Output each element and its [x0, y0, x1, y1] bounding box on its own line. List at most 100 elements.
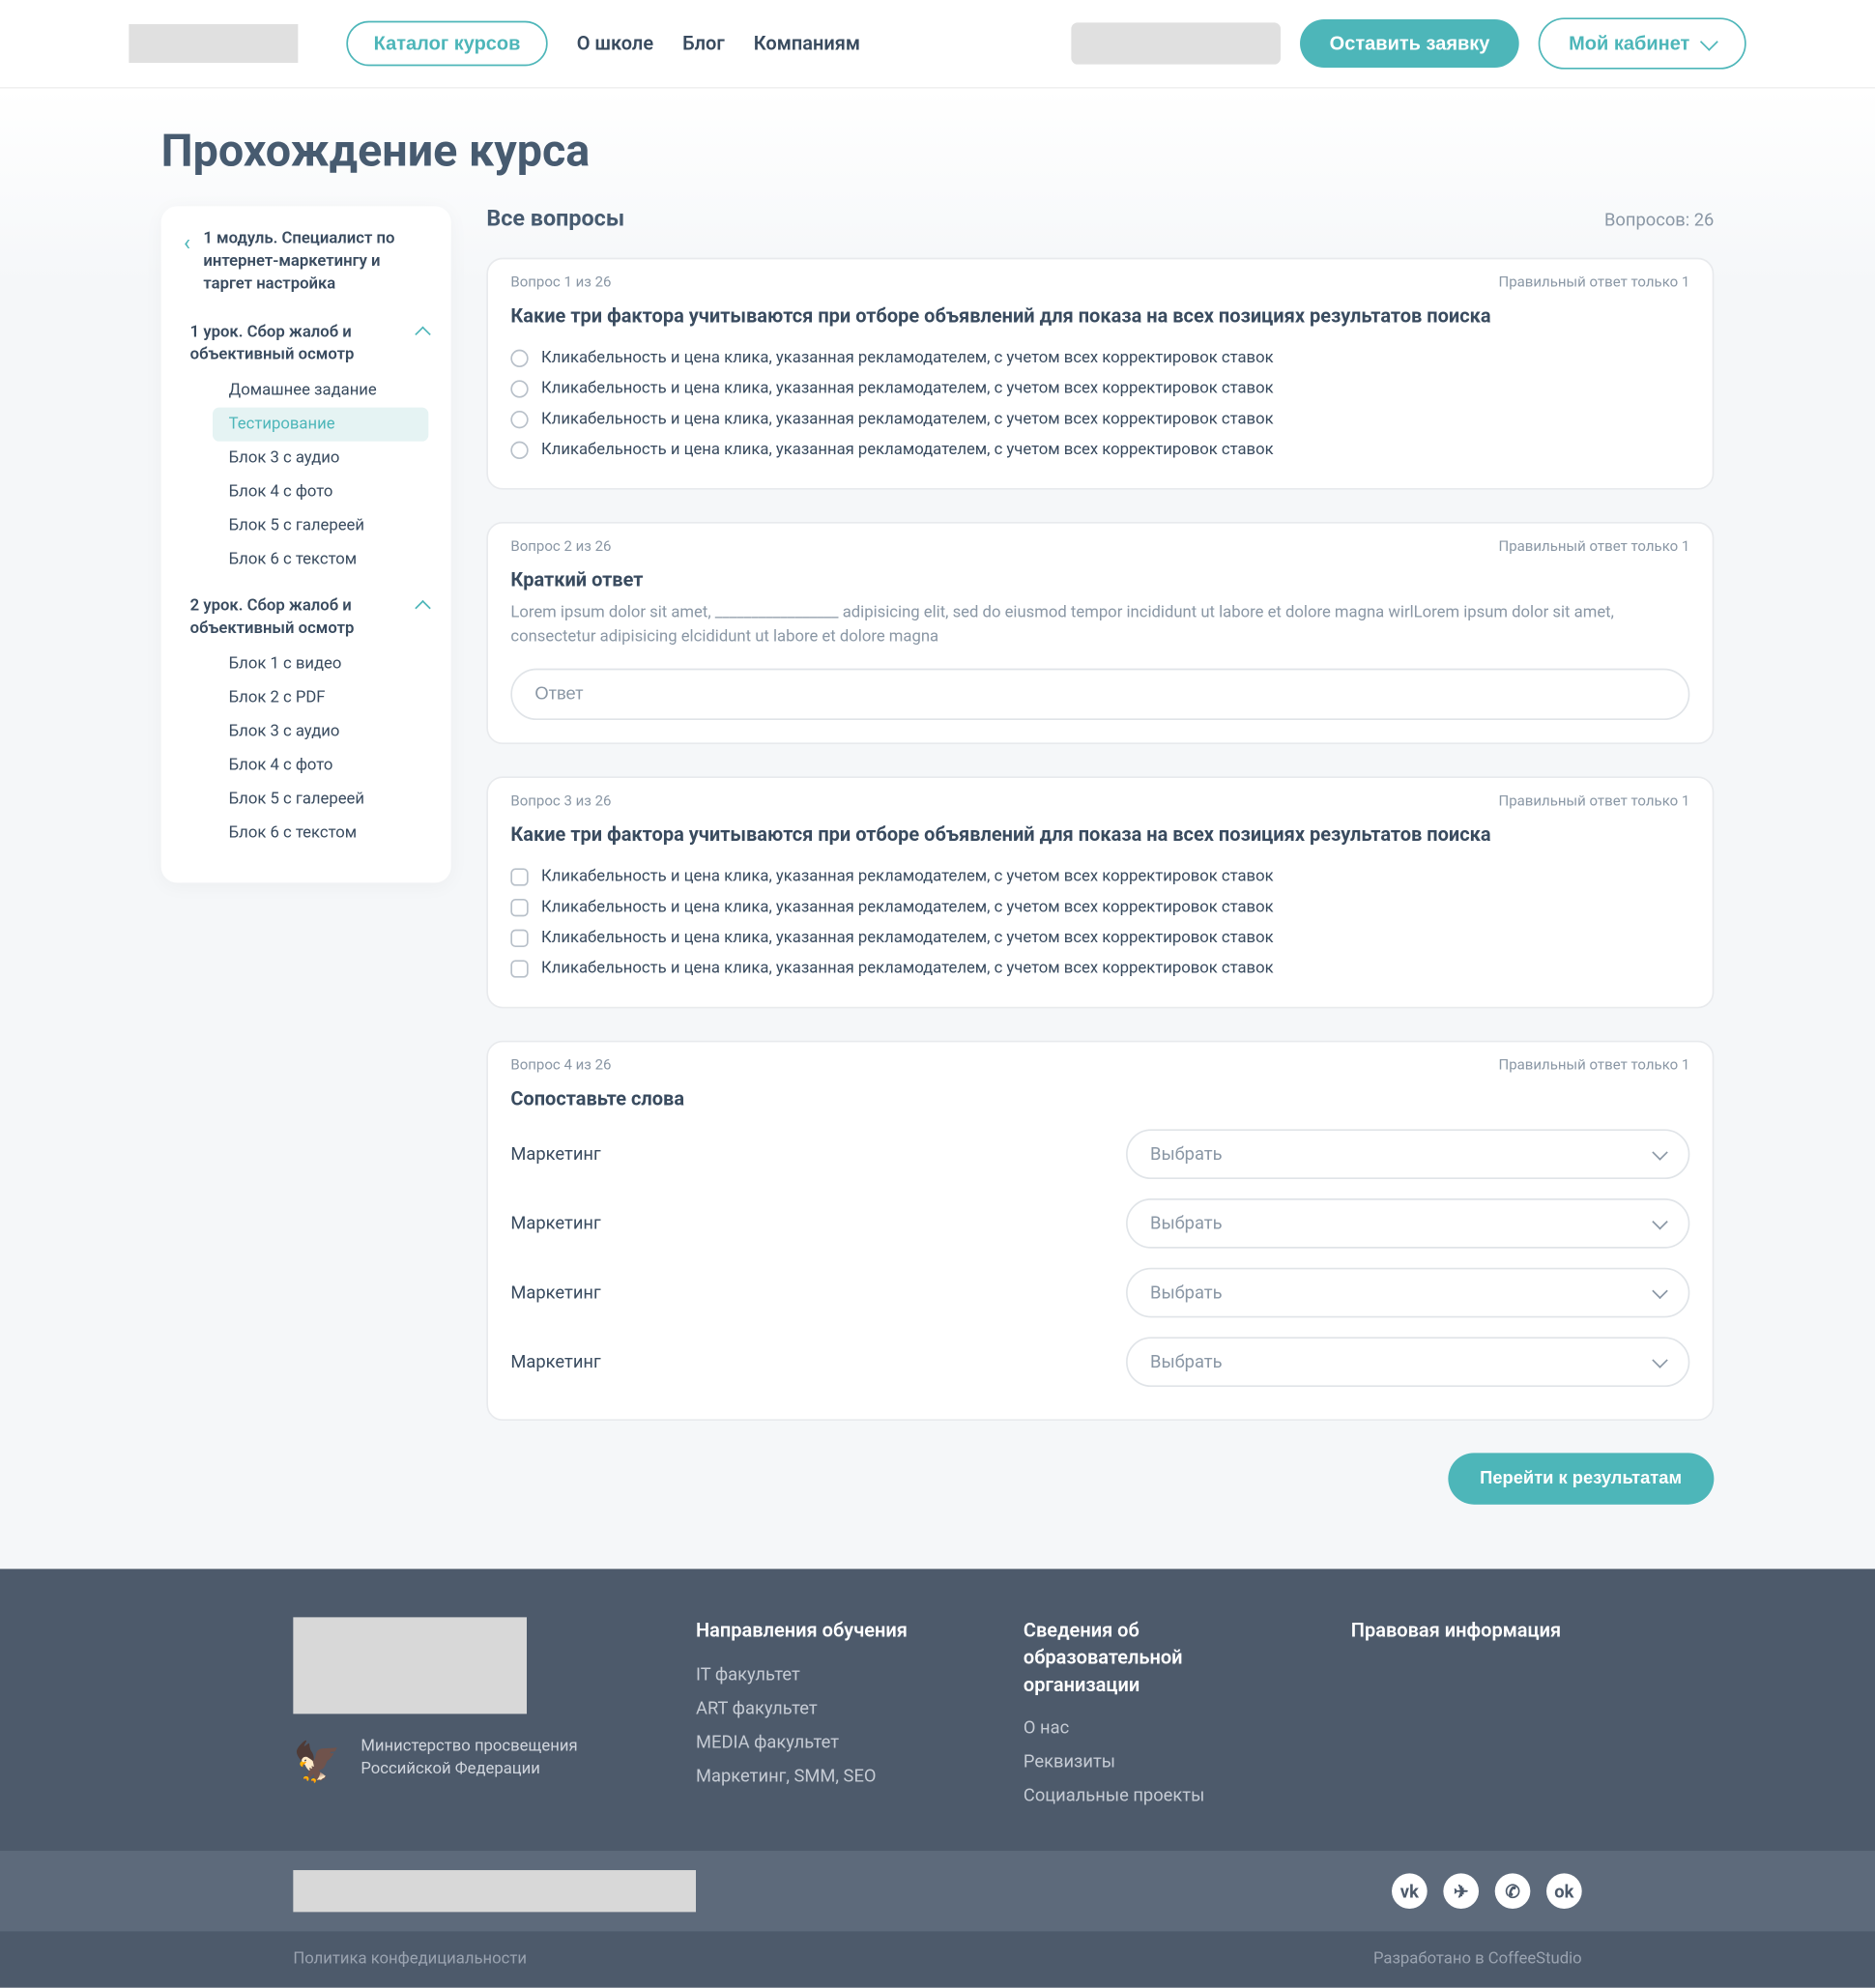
- checkbox-option[interactable]: Кликабельность и цена клика, указанная р…: [510, 954, 1689, 985]
- lesson-item[interactable]: Блок 3 с аудио: [213, 442, 428, 475]
- checkbox-option[interactable]: Кликабельность и цена клика, указанная р…: [510, 862, 1689, 893]
- lesson-item[interactable]: Блок 4 с фото: [213, 749, 428, 783]
- lesson-item[interactable]: Блок 1 с видео: [213, 648, 428, 681]
- back-arrow-icon[interactable]: ‹: [184, 230, 190, 256]
- match-row: Маркетинг Выбрать: [510, 1327, 1689, 1397]
- footer-link[interactable]: Социальные проекты: [1024, 1785, 1255, 1806]
- radio-icon: [510, 411, 528, 428]
- lesson-group-1: 1 урок. Сбор жалоб и объективный осмотр …: [161, 312, 451, 586]
- match-label: Маркетинг: [510, 1351, 1093, 1372]
- footer-link[interactable]: Реквизиты: [1024, 1751, 1255, 1772]
- answer-input[interactable]: [510, 669, 1689, 720]
- nav-about[interactable]: О школе: [577, 32, 653, 54]
- lesson-item[interactable]: Блок 5 с галереей: [213, 783, 428, 817]
- footer-left: 🦅 Министерство просвещения Российской Фе…: [293, 1617, 599, 1819]
- question-card-1: Вопрос 1 из 26 Правильный ответ только 1…: [486, 258, 1714, 490]
- nav-blog[interactable]: Блог: [682, 32, 725, 54]
- match-select[interactable]: Выбрать: [1126, 1337, 1689, 1387]
- lesson-header-1[interactable]: 1 урок. Сбор жалоб и объективный осмотр: [190, 322, 429, 367]
- match-title: Сопоставьте слова: [510, 1087, 1689, 1109]
- nav-companies[interactable]: Компаниям: [754, 32, 860, 54]
- lesson-header-2[interactable]: 2 урок. Сбор жалоб и объективный осмотр: [190, 596, 429, 642]
- question-meta-left: Вопрос 4 из 26: [510, 1058, 611, 1075]
- checkbox-icon: [510, 930, 528, 947]
- telegram-icon[interactable]: ✈: [1443, 1874, 1479, 1910]
- lesson-item-active[interactable]: Тестирование: [213, 408, 428, 442]
- lesson-group-2: 2 урок. Сбор жалоб и объективный осмотр …: [161, 587, 451, 860]
- lesson-title-1: 1 урок. Сбор жалоб и объективный осмотр: [190, 322, 418, 367]
- lesson-item[interactable]: Блок 2 с PDF: [213, 681, 428, 715]
- question-meta-right: Правильный ответ только 1: [1499, 539, 1690, 556]
- whatsapp-icon[interactable]: ✆: [1495, 1874, 1531, 1910]
- match-select[interactable]: Выбрать: [1126, 1268, 1689, 1318]
- question-meta-left: Вопрос 1 из 26: [510, 275, 611, 292]
- question-meta-right: Правильный ответ только 1: [1499, 275, 1690, 292]
- question-card-2: Вопрос 2 из 26 Правильный ответ только 1…: [486, 522, 1714, 744]
- checkbox-option[interactable]: Кликабельность и цена клика, указанная р…: [510, 923, 1689, 954]
- developer-credit: Разработано в CoffeeStudio: [1373, 1951, 1582, 1969]
- option-label: Кликабельность и цена клика, указанная р…: [541, 411, 1274, 428]
- chevron-down-icon: [1652, 1143, 1667, 1159]
- search-placeholder[interactable]: [1072, 22, 1282, 64]
- ministry-block: 🦅 Министерство просвещения Российской Фе…: [293, 1737, 599, 1788]
- match-select[interactable]: Выбрать: [1126, 1198, 1689, 1249]
- lesson-item[interactable]: Блок 5 с галереей: [213, 509, 428, 543]
- match-row: Маркетинг Выбрать: [510, 1119, 1689, 1189]
- lesson-item[interactable]: Блок 4 с фото: [213, 475, 428, 509]
- lesson-item[interactable]: Блок 3 с аудио: [213, 715, 428, 749]
- question-meta-right: Правильный ответ только 1: [1499, 1058, 1690, 1075]
- option-label: Кликабельность и цена клика, указанная р…: [541, 868, 1274, 885]
- footer-link[interactable]: ART факультет: [696, 1697, 927, 1718]
- footer-bar-placeholder: [293, 1871, 696, 1913]
- match-row: Маркетинг Выбрать: [510, 1258, 1689, 1328]
- radio-option[interactable]: Кликабельность и цена клика, указанная р…: [510, 435, 1689, 466]
- cabinet-button[interactable]: Мой кабинет: [1538, 17, 1745, 69]
- checkbox-option[interactable]: Кликабельность и цена клика, указанная р…: [510, 892, 1689, 923]
- match-label: Маркетинг: [510, 1282, 1093, 1304]
- collapse-icon: [415, 327, 430, 342]
- footer-col-info: Сведения об образовательной организации …: [1024, 1617, 1255, 1819]
- module-title: 1 модуль. Специалист по интернет-маркети…: [203, 229, 428, 297]
- checkbox-icon: [510, 868, 528, 885]
- lesson-item[interactable]: Домашнее задание: [213, 374, 428, 408]
- footer-col-title: Правовая информация: [1351, 1617, 1582, 1644]
- sidebar: ‹ 1 модуль. Специалист по интернет-марке…: [161, 206, 451, 882]
- select-text: Выбрать: [1150, 1143, 1223, 1165]
- radio-option[interactable]: Кликабельность и цена клика, указанная р…: [510, 374, 1689, 405]
- privacy-link[interactable]: Политика конфедициальности: [293, 1951, 527, 1969]
- option-label: Кликабельность и цена клика, указанная р…: [541, 960, 1274, 977]
- sidebar-header: ‹ 1 модуль. Специалист по интернет-марке…: [161, 229, 451, 313]
- radio-icon: [510, 350, 528, 367]
- option-label: Кликабельность и цена клика, указанная р…: [541, 930, 1274, 947]
- request-button[interactable]: Оставить заявку: [1301, 19, 1519, 68]
- footer-link[interactable]: MEDIA факультет: [696, 1731, 927, 1752]
- footer-link[interactable]: О нас: [1024, 1717, 1255, 1739]
- footer-logo[interactable]: [293, 1617, 527, 1714]
- checkbox-icon: [510, 960, 528, 977]
- radio-option[interactable]: Кликабельность и цена клика, указанная р…: [510, 404, 1689, 435]
- match-label: Маркетинг: [510, 1143, 1093, 1165]
- question-text: Какие три фактора учитываются при отборе…: [510, 304, 1689, 327]
- emblem-icon: 🦅: [293, 1737, 341, 1788]
- results-button[interactable]: Перейти к результатам: [1448, 1453, 1715, 1504]
- option-label: Кликабельность и цена клика, указанная р…: [541, 350, 1274, 367]
- odnoklassniki-icon[interactable]: ok: [1546, 1874, 1582, 1910]
- question-card-4: Вопрос 4 из 26 Правильный ответ только 1…: [486, 1041, 1714, 1421]
- content-header: Все вопросы Вопросов: 26: [486, 206, 1714, 232]
- lesson-item[interactable]: Блок 6 с текстом: [213, 543, 428, 577]
- chevron-down-icon: [1652, 1282, 1667, 1298]
- footer: 🦅 Министерство просвещения Российской Фе…: [0, 1569, 1875, 1988]
- checkbox-icon: [510, 899, 528, 916]
- radio-icon: [510, 442, 528, 459]
- logo[interactable]: [129, 24, 298, 63]
- match-select[interactable]: Выбрать: [1126, 1129, 1689, 1179]
- radio-option[interactable]: Кликабельность и цена клика, указанная р…: [510, 343, 1689, 374]
- lesson-item[interactable]: Блок 6 с текстом: [213, 817, 428, 850]
- footer-link[interactable]: IT факультет: [696, 1663, 927, 1685]
- content-title: Все вопросы: [486, 206, 624, 232]
- match-label: Маркетинг: [510, 1213, 1093, 1234]
- vk-icon[interactable]: vk: [1392, 1874, 1428, 1910]
- catalog-button[interactable]: Каталог курсов: [346, 21, 547, 67]
- footer-link[interactable]: Маркетинг, SMM, SEO: [696, 1765, 927, 1786]
- question-card-3: Вопрос 3 из 26 Правильный ответ только 1…: [486, 776, 1714, 1008]
